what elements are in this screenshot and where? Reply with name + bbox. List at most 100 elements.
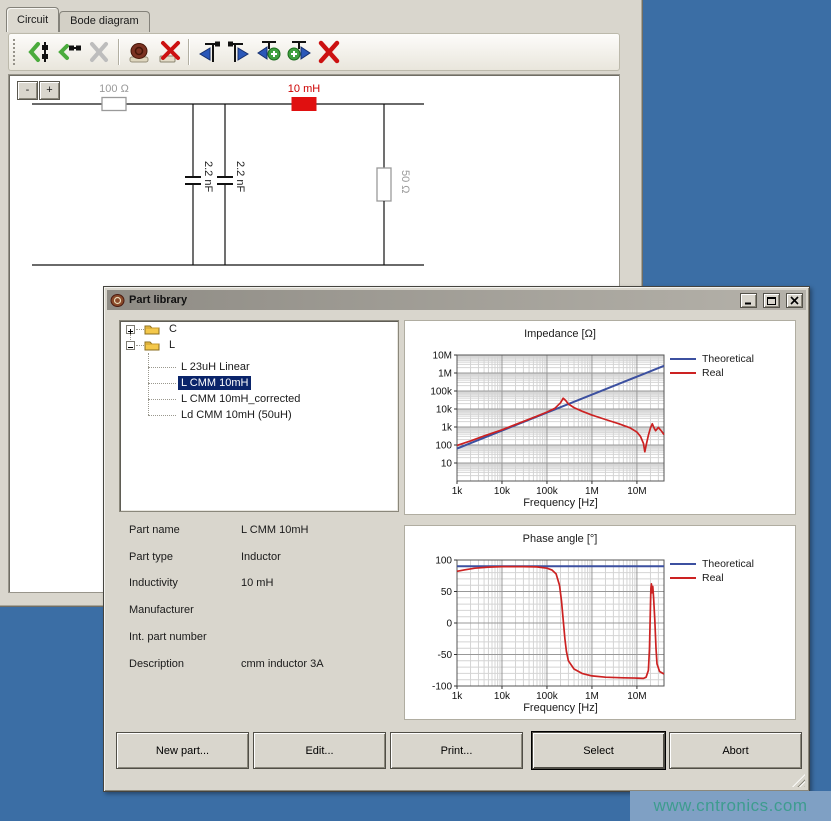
svg-text:2.2 nF: 2.2 nF [202, 161, 214, 192]
detail-value: 10 mH [241, 577, 273, 589]
move-part-left-small-icon[interactable] [54, 37, 84, 67]
chart-legend: Theoretical Real [670, 352, 754, 380]
svg-text:1M: 1M [438, 369, 452, 380]
resize-grip[interactable] [792, 774, 805, 787]
svg-text:1M: 1M [585, 691, 599, 702]
toolbar [8, 33, 620, 71]
zoom-in-button[interactable]: + [39, 81, 60, 100]
legend-swatch-real [670, 577, 696, 579]
svg-text:100: 100 [435, 556, 452, 567]
detail-label: Description [129, 658, 184, 670]
abort-button[interactable]: Abort [669, 732, 802, 769]
chart-xlabel: Frequency [Hz] [457, 497, 664, 509]
legend-swatch-theoretical [670, 358, 696, 360]
legend-swatch-theoretical [670, 563, 696, 565]
svg-text:1k: 1k [452, 486, 464, 497]
detail-value: Inductor [241, 551, 281, 563]
phase-chart: 100 50 0 -50 -1001k 10k 100k 1M 10M [405, 526, 797, 721]
new-part-button[interactable]: New part... [116, 732, 249, 769]
svg-text:100k: 100k [536, 486, 559, 497]
svg-text:10k: 10k [494, 691, 511, 702]
expand-icon[interactable] [126, 325, 135, 334]
inductor-10mh[interactable]: 10 mH [288, 83, 320, 111]
folder-icon [144, 323, 160, 335]
part-tree[interactable]: C L L 23uH Linear L CMM 10mH L CMM 10mH_… [119, 320, 399, 512]
legend-swatch-real [670, 372, 696, 374]
legend-label: Theoretical [702, 353, 754, 365]
edit-button[interactable]: Edit... [253, 732, 386, 769]
svg-text:100k: 100k [536, 691, 559, 702]
impedance-chart: 10M 1M 100k 10k 1k 100 10 1k 10k 100k 1M 10M [405, 321, 797, 516]
collapse-icon[interactable] [126, 341, 135, 350]
legend-label: Real [702, 572, 724, 584]
detail-label: Manufacturer [129, 604, 194, 616]
zoom-out-button[interactable]: - [17, 81, 38, 100]
svg-text:1k: 1k [452, 691, 464, 702]
chart-legend: Theoretical Real [670, 557, 754, 585]
detail-label: Part name [129, 524, 180, 536]
move-part-left-icon[interactable] [24, 37, 54, 67]
add-branch-left-icon[interactable] [254, 37, 284, 67]
delete-branch-icon[interactable] [314, 37, 344, 67]
folder-icon [144, 339, 160, 351]
svg-text:100 Ω: 100 Ω [99, 83, 129, 95]
svg-text:10M: 10M [433, 351, 452, 362]
svg-text:10 mH: 10 mH [288, 83, 320, 95]
svg-text:1M: 1M [585, 486, 599, 497]
chart-title: Impedance [Ω] [405, 328, 715, 340]
tree-folder-label[interactable]: L [166, 338, 178, 352]
insert-node-left-icon[interactable] [194, 37, 224, 67]
tree-item[interactable]: Ld CMM 10mH (50uH) [178, 407, 295, 423]
toolbar-separator [118, 39, 120, 65]
cut-disabled-icon[interactable] [84, 37, 114, 67]
capacitor-1[interactable]: 2.2 nF [185, 104, 214, 265]
dialog-titlebar[interactable]: Part library [107, 290, 806, 310]
detail-value: L CMM 10mH [241, 524, 308, 536]
svg-text:10: 10 [441, 459, 453, 470]
maximize-button[interactable] [763, 293, 780, 308]
tree-item-selected[interactable]: L CMM 10mH [178, 375, 251, 391]
phase-chart-panel: Phase angle [°] 100 50 0 -50 -1001k 10k 100k 1M… [404, 525, 796, 720]
tab-circuit[interactable]: Circuit [6, 7, 59, 32]
chart-xlabel: Frequency [Hz] [457, 702, 664, 714]
svg-text:-50: -50 [438, 650, 453, 661]
tab-bar: Circuit Bode diagram [6, 6, 150, 32]
delete-part-icon[interactable] [154, 37, 184, 67]
svg-text:10k: 10k [494, 486, 511, 497]
svg-text:-100: -100 [432, 682, 452, 693]
detail-label: Int. part number [129, 631, 207, 643]
svg-text:100: 100 [435, 441, 452, 452]
minimize-button[interactable] [740, 293, 757, 308]
svg-text:10M: 10M [627, 486, 646, 497]
resistor-100ohm[interactable]: 100 Ω [99, 83, 129, 111]
svg-text:50: 50 [441, 587, 453, 598]
legend-label: Theoretical [702, 558, 754, 570]
svg-text:0: 0 [446, 619, 452, 630]
tree-item[interactable]: L CMM 10mH_corrected [178, 391, 303, 407]
detail-value: cmm inductor 3A [241, 658, 324, 670]
snail-icon [110, 293, 125, 308]
tree-folder-label[interactable]: C [166, 322, 180, 336]
tree-item[interactable]: L 23uH Linear [178, 359, 253, 375]
svg-text:100k: 100k [430, 387, 453, 398]
legend-label: Real [702, 367, 724, 379]
dialog-title: Part library [129, 294, 734, 306]
toolbar-grip[interactable] [13, 39, 19, 65]
add-branch-right-icon[interactable] [284, 37, 314, 67]
watermark-text: www.cntronics.com [654, 796, 808, 816]
resistor-50ohm[interactable]: 50 Ω [377, 104, 411, 265]
print-button[interactable]: Print... [390, 732, 523, 769]
tab-bode-diagram[interactable]: Bode diagram [59, 11, 150, 32]
close-icon[interactable] [786, 293, 803, 308]
svg-text:10k: 10k [436, 405, 453, 416]
part-library-snail-icon[interactable] [124, 37, 154, 67]
chart-title: Phase angle [°] [405, 533, 715, 545]
insert-node-right-icon[interactable] [224, 37, 254, 67]
capacitor-2[interactable]: 2.2 nF [217, 104, 246, 265]
svg-text:1k: 1k [441, 423, 453, 434]
svg-text:10M: 10M [627, 691, 646, 702]
watermark-band: www.cntronics.com [630, 791, 831, 821]
part-library-dialog: Part library C L L 23uH Linear L CMM 10m… [103, 286, 810, 792]
select-button[interactable]: Select [532, 732, 665, 769]
toolbar-separator [188, 39, 190, 65]
